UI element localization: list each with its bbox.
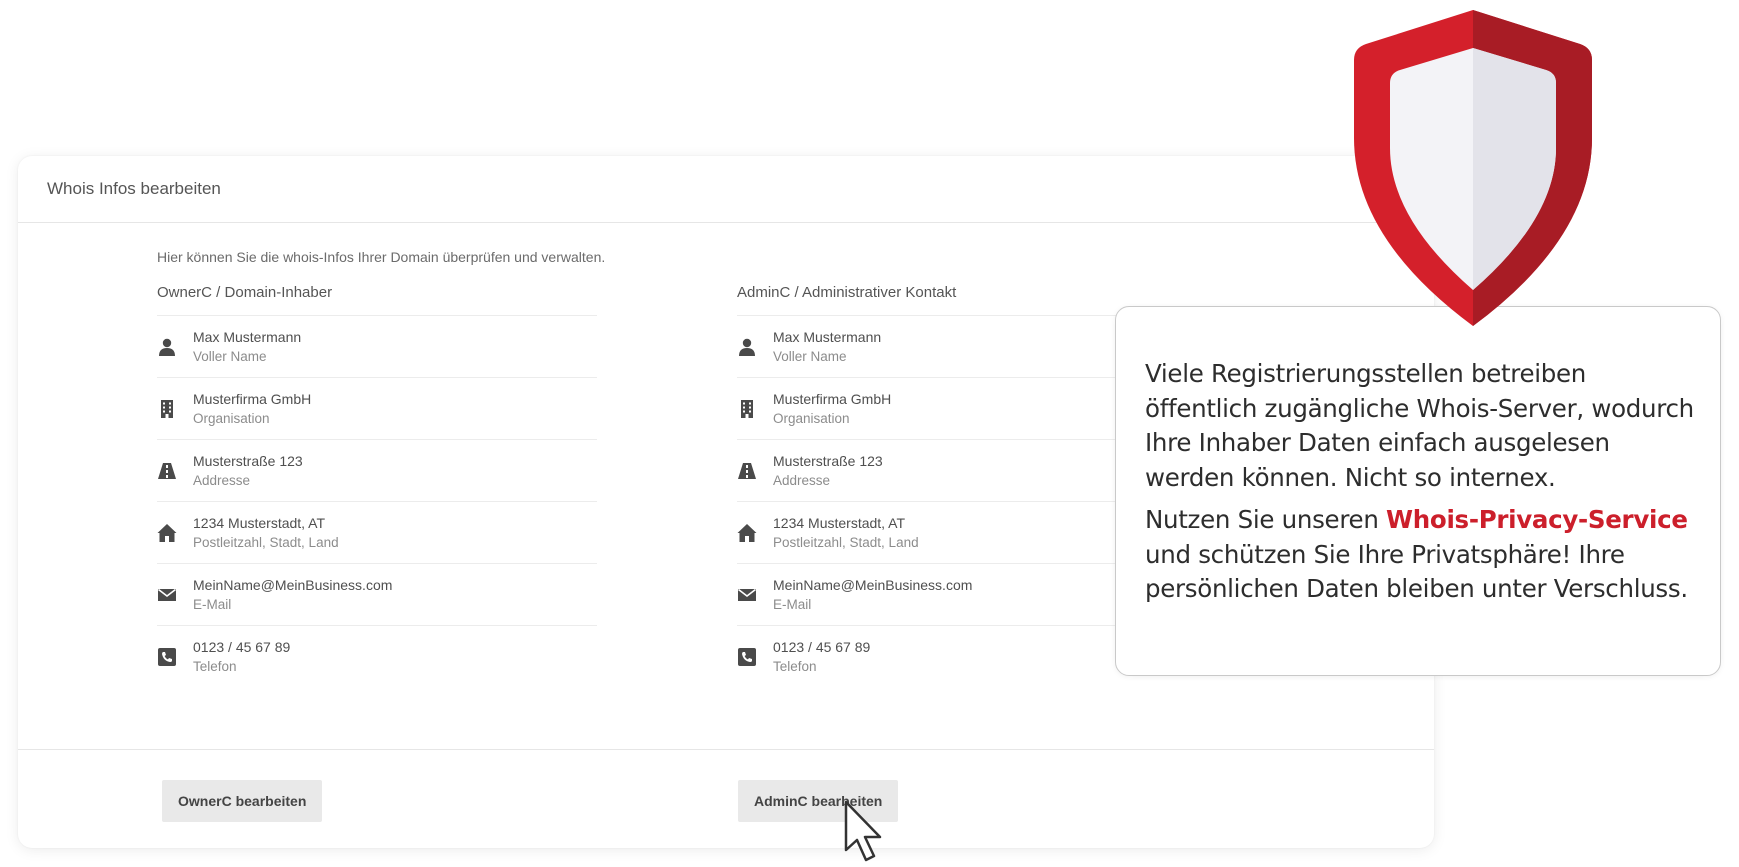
row-value: Musterfirma GmbH — [193, 390, 312, 407]
row-texts: 1234 Musterstadt, AT Postleitzahl, Stadt,… — [773, 513, 919, 553]
user-icon — [157, 337, 177, 357]
admin-column: AdminC / Administrativer Kontakt Max Mus… — [737, 284, 1177, 687]
admin-row: 0123 / 45 67 89 Telefon — [737, 626, 1177, 687]
admin-row: MeinName@MeinBusiness.com E-Mail — [737, 564, 1177, 626]
row-label: Telefon — [773, 658, 817, 674]
admin-rows: Max Mustermann Voller Name Musterfirma Gmb… — [737, 316, 1177, 687]
row-label: Telefon — [193, 658, 237, 674]
privacy-callout: Viele Registrierungsstellen betreiben öf… — [1115, 306, 1721, 676]
row-texts: Musterstraße 123 Addresse — [193, 451, 303, 491]
admin-row: Musterstraße 123 Addresse — [737, 440, 1177, 502]
intro-text: Hier können Sie die whois-Infos Ihrer Do… — [157, 249, 606, 265]
admin-row: 1234 Musterstadt, AT Postleitzahl, Stadt,… — [737, 502, 1177, 564]
row-label: Postleitzahl, Stadt, Land — [773, 534, 919, 550]
row-label: Postleitzahl, Stadt, Land — [193, 534, 339, 550]
user-icon — [737, 337, 757, 357]
row-value: MeinName@MeinBusiness.com — [193, 576, 393, 593]
owner-column: OwnerC / Domain-Inhaber Max Mustermann Vo… — [157, 284, 597, 687]
row-label: Addresse — [773, 472, 831, 488]
row-label: Organisation — [193, 410, 270, 426]
row-value: Max Mustermann — [773, 328, 882, 345]
road-icon — [737, 461, 757, 481]
row-texts: Musterstraße 123 Addresse — [773, 451, 883, 491]
callout-text-post: und schützen Sie Ihre Privatsphäre! Ihre… — [1145, 539, 1688, 604]
row-texts: 0123 / 45 67 89 Telefon — [773, 637, 870, 677]
row-texts: 1234 Musterstadt, AT Postleitzahl, Stadt,… — [193, 513, 339, 553]
building-icon — [737, 399, 757, 419]
owner-row: 0123 / 45 67 89 Telefon — [157, 626, 597, 687]
row-value: 1234 Musterstadt, AT — [773, 514, 906, 531]
row-label: Organisation — [773, 410, 850, 426]
row-texts: Musterfirma GmbH Organisation — [193, 389, 311, 429]
home-icon — [157, 523, 177, 543]
footer-divider — [18, 749, 1434, 750]
owner-rows: Max Mustermann Voller Name Musterfirma Gmb… — [157, 316, 597, 687]
whois-privacy-service-link[interactable]: Whois-Privacy-Service — [1386, 505, 1688, 534]
envelope-icon — [157, 585, 177, 605]
shield-icon — [1354, 10, 1592, 326]
row-texts: Max Mustermann Voller Name — [773, 327, 881, 367]
owner-row: MeinName@MeinBusiness.com E-Mail — [157, 564, 597, 626]
home-icon — [737, 523, 757, 543]
cursor-icon — [844, 800, 882, 862]
callout-paragraph-1: Viele Registrierungsstellen betreiben öf… — [1145, 359, 1694, 492]
row-label: E-Mail — [773, 596, 812, 612]
row-label: Voller Name — [773, 348, 847, 364]
row-texts: Max Mustermann Voller Name — [193, 327, 301, 367]
building-icon — [157, 399, 177, 419]
row-label: Voller Name — [193, 348, 267, 364]
row-texts: 0123 / 45 67 89 Telefon — [193, 637, 290, 677]
phone-icon — [157, 647, 177, 667]
row-texts: MeinName@MeinBusiness.com E-Mail — [193, 575, 392, 615]
envelope-icon — [737, 585, 757, 605]
row-label: Addresse — [193, 472, 251, 488]
admin-row: Musterfirma GmbH Organisation — [737, 378, 1177, 440]
owner-edit-button[interactable]: OwnerC bearbeiten — [162, 780, 323, 822]
admin-title: AdminC / Administrativer Kontakt — [737, 284, 1177, 316]
callout-text-pre: Nutzen Sie unseren — [1145, 505, 1387, 534]
owner-row: Musterfirma GmbH Organisation — [157, 378, 597, 440]
callout-paragraph-2: Nutzen Sie unseren Whois-Privacy-Service… — [1145, 503, 1700, 607]
phone-icon — [737, 647, 757, 667]
row-texts: Musterfirma GmbH Organisation — [773, 389, 891, 429]
row-value: 0123 / 45 67 89 — [193, 638, 291, 655]
row-value: 1234 Musterstadt, AT — [193, 514, 326, 531]
row-value: MeinName@MeinBusiness.com — [773, 576, 973, 593]
row-value: Musterstraße 123 — [193, 452, 303, 469]
row-value: Musterstraße 123 — [773, 452, 883, 469]
row-value: Max Mustermann — [193, 328, 302, 345]
row-value: Musterfirma GmbH — [773, 390, 892, 407]
owner-row: 1234 Musterstadt, AT Postleitzahl, Stadt,… — [157, 502, 597, 564]
row-label: E-Mail — [193, 596, 232, 612]
row-value: 0123 / 45 67 89 — [773, 638, 871, 655]
card-title: Whois Infos bearbeiten — [18, 156, 1434, 223]
row-texts: MeinName@MeinBusiness.com E-Mail — [773, 575, 972, 615]
owner-row: Max Mustermann Voller Name — [157, 316, 597, 378]
owner-row: Musterstraße 123 Addresse — [157, 440, 597, 502]
admin-row: Max Mustermann Voller Name — [737, 316, 1177, 378]
road-icon — [157, 461, 177, 481]
owner-title: OwnerC / Domain-Inhaber — [157, 284, 597, 316]
